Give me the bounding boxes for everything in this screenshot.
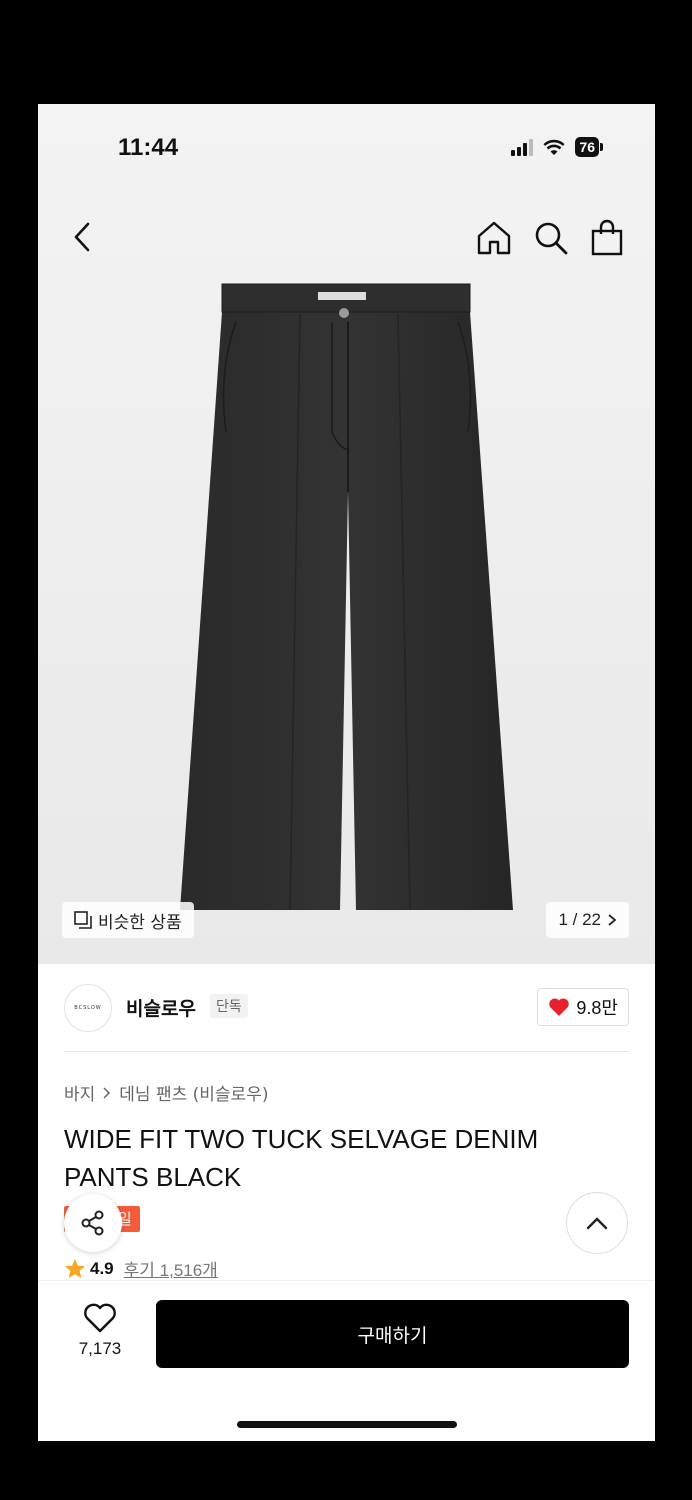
heart-icon [549, 998, 570, 1016]
battery-level: 76 [575, 137, 599, 157]
wishlist-count: 7,173 [78, 1339, 122, 1358]
product-image [180, 283, 513, 911]
heart-outline-icon [84, 1303, 116, 1333]
brand-like-count: 9.8만 [576, 998, 618, 1018]
breadcrumb-subcategory[interactable]: 데님 팬츠 (비슬로우) [119, 1080, 268, 1105]
chevron-up-icon [586, 1217, 608, 1230]
search-icon[interactable] [533, 220, 569, 256]
wishlist-button[interactable]: 7,173 [70, 1303, 130, 1359]
scroll-top-button[interactable] [566, 1192, 628, 1254]
back-arrow-icon[interactable] [68, 219, 98, 255]
status-time: 11:44 [118, 134, 179, 161]
product-image-area[interactable]: 11:44 76 비슷한 상품 1 / 22 [38, 104, 655, 964]
share-button[interactable] [64, 1194, 122, 1252]
home-icon[interactable] [476, 220, 512, 256]
image-counter[interactable]: 1 / 22 [546, 902, 629, 938]
review-count-link[interactable]: 후기 1,516개 [124, 1256, 218, 1281]
rating-row: 4.9 후기 1,516개 [64, 1256, 218, 1281]
product-title: WIDE FIT TWO TUCK SELVAGE DENIM PANTS BL… [64, 1124, 539, 1192]
similar-icon [74, 911, 92, 929]
star-icon [65, 1259, 85, 1278]
image-counter-text: 1 / 22 [558, 910, 601, 929]
breadcrumb-category[interactable]: 바지 [64, 1080, 95, 1105]
home-indicator [237, 1421, 457, 1428]
bottom-action-bar: 7,173 구매하기 [38, 1280, 655, 1441]
app-screen: 11:44 76 비슷한 상품 1 / 22 BCSLOW 비슬로우 단독 9.… [38, 104, 655, 1441]
exclusive-tag: 단독 [210, 994, 248, 1018]
status-icons: 76 [511, 137, 603, 157]
chevron-right-icon [608, 914, 617, 926]
breadcrumb: 바지 데님 팬츠 (비슬로우) [64, 1080, 268, 1105]
shopping-bag-icon[interactable] [591, 218, 623, 256]
similar-products-label: 비슷한 상품 [98, 912, 182, 933]
brand-like-button[interactable]: 9.8만 [537, 988, 629, 1026]
divider [64, 1051, 629, 1052]
brand-name[interactable]: 비슬로우 [126, 994, 196, 1021]
brand-logo[interactable]: BCSLOW [64, 984, 112, 1032]
share-icon [81, 1210, 104, 1236]
wifi-icon [543, 139, 566, 155]
rating-score: 4.9 [90, 1258, 114, 1278]
buy-button[interactable]: 구매하기 [156, 1300, 629, 1368]
signal-icon [511, 138, 534, 156]
battery-icon: 76 [575, 137, 603, 157]
chevron-right-icon [103, 1086, 111, 1099]
similar-products-button[interactable]: 비슷한 상품 [62, 902, 194, 938]
